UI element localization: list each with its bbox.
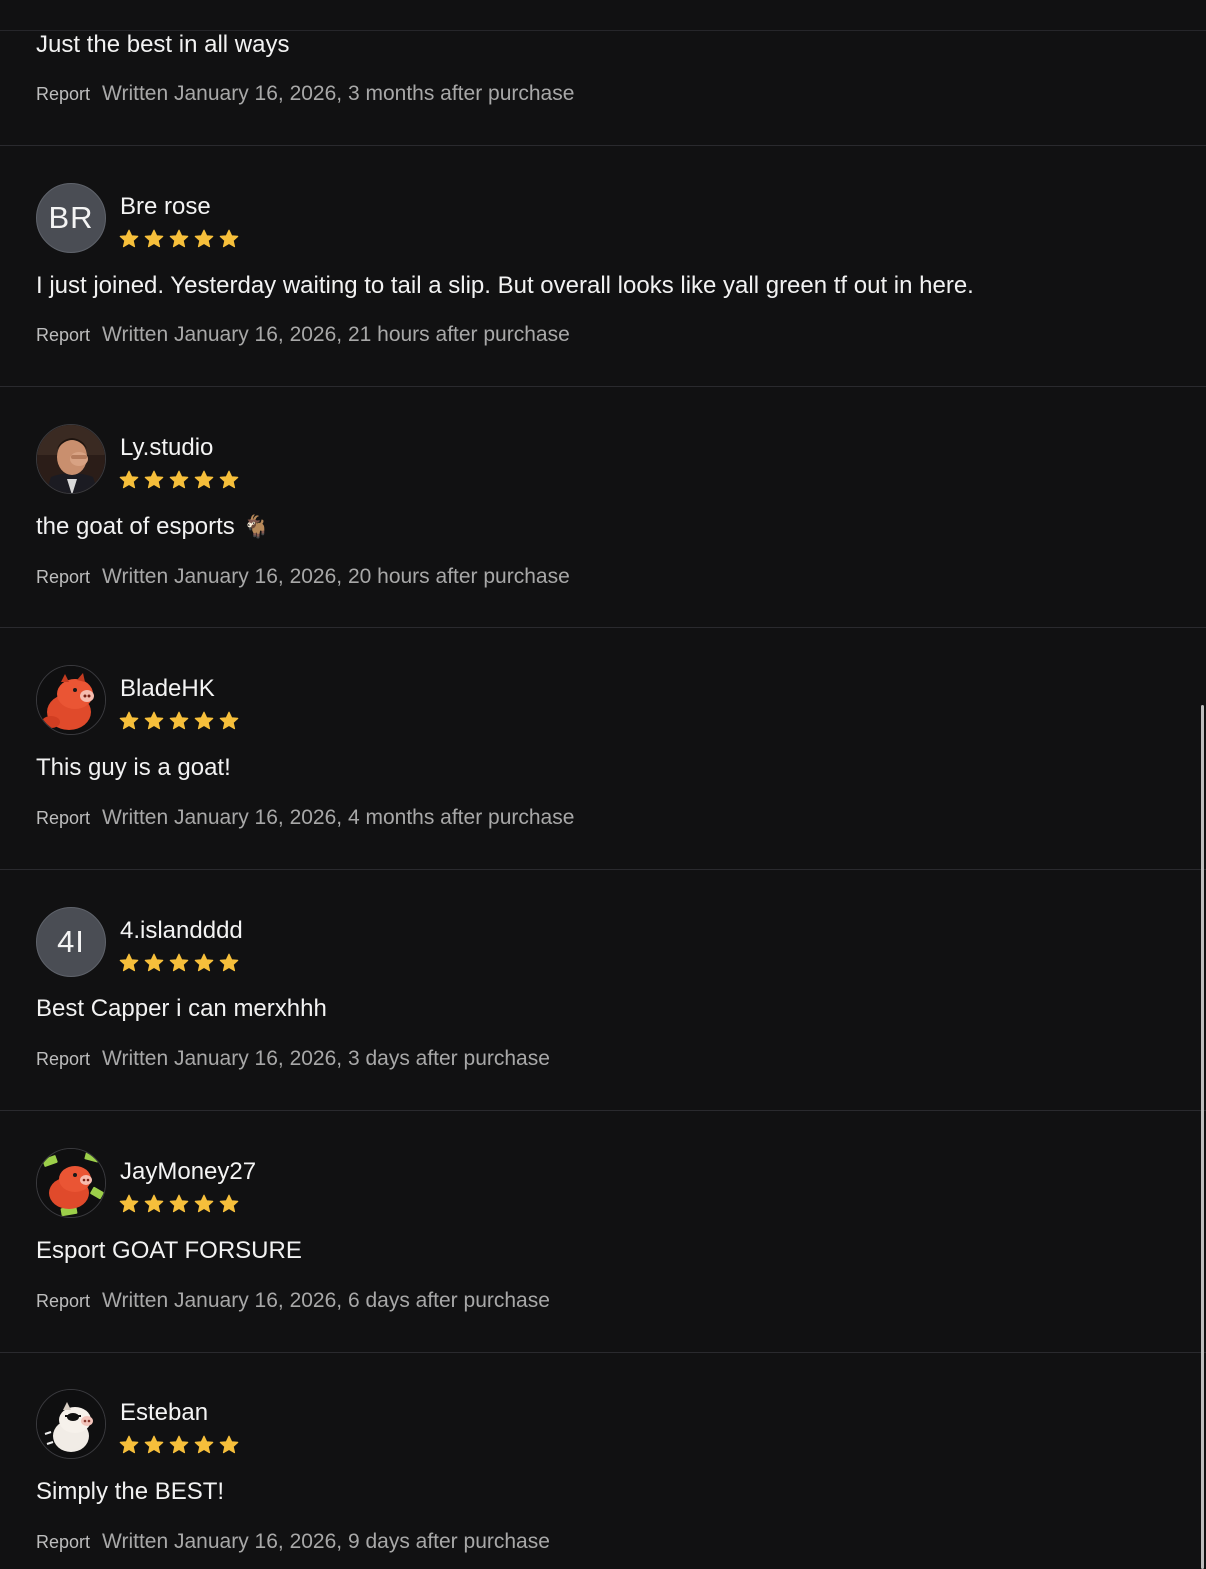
star-icon [119,1435,139,1454]
red-pig-avatar-icon[interactable] [36,665,106,735]
star-icon [219,711,239,730]
review-meta: Report Written January 16, 2026, 3 month… [36,82,574,106]
reviewer-name[interactable]: 4.islandddd [120,917,243,945]
review-meta: Report Written January 16, 2026, 3 days … [36,1047,550,1071]
review-body: Best Capper i can merxhhh [36,995,327,1022]
report-link[interactable]: Report [36,808,90,829]
review-body: I just joined. Yesterday waiting to tail… [36,272,974,299]
report-link[interactable]: Report [36,84,90,105]
star-icon [219,953,239,972]
reviews-page: Just the best in all ways Report Written… [0,0,1206,1569]
star-icon [194,229,214,248]
reviewer-name[interactable]: Bre rose [120,193,211,221]
written-date: Written January 16, 2026, 3 months after… [102,82,575,105]
review-item: Ly.studio the goat of esports 🐐 Report Wr… [0,387,1206,628]
reviewer-name[interactable]: Ly.studio [120,434,213,462]
star-icon [194,953,214,972]
written-date: Written January 16, 2026, 3 days after p… [102,1047,550,1070]
star-rating [119,711,239,731]
star-rating [119,1435,239,1455]
review-body-text: the goat of esports [36,513,235,540]
star-rating [119,953,239,973]
star-icon [219,1435,239,1454]
star-icon [194,1435,214,1454]
written-date: Written January 16, 2026, 4 months after… [102,806,575,829]
goat-emoji-icon: 🐐 [242,514,271,539]
star-icon [119,1194,139,1213]
report-link[interactable]: Report [36,325,90,346]
avatar[interactable]: BR [36,183,106,253]
report-link[interactable]: Report [36,1532,90,1553]
star-icon [119,711,139,730]
red-pig-money-avatar-icon[interactable] [36,1148,106,1218]
review-item: Just the best in all ways Report Written… [0,0,1206,146]
review-item: Esteban Simply the BEST! Report Written … [0,1353,1206,1569]
review-meta: Report Written January 16, 2026, 20 hour… [36,565,570,589]
star-rating [119,470,239,490]
star-icon [144,1194,164,1213]
written-date: Written January 16, 2026, 20 hours after… [102,565,570,588]
star-icon [194,1194,214,1213]
star-icon [169,953,189,972]
star-icon [194,470,214,489]
white-pig-sunglasses-avatar-icon[interactable] [36,1389,106,1459]
review-item: BR Bre rose I just joined. Yesterday wai… [0,146,1206,387]
star-icon [119,470,139,489]
review-body: the goat of esports 🐐 [36,513,270,541]
review-item: 4I 4.islandddd Best Capper i can merxhhh… [0,870,1206,1111]
person-photo-avatar-icon[interactable] [36,424,106,494]
star-icon [219,229,239,248]
star-icon [194,711,214,730]
review-body: Esport GOAT FORSURE [36,1237,302,1264]
review-body: This guy is a goat! [36,754,231,781]
star-icon [169,1435,189,1454]
written-date: Written January 16, 2026, 6 days after p… [102,1289,550,1312]
star-icon [219,1194,239,1213]
written-date: Written January 16, 2026, 9 days after p… [102,1530,550,1553]
report-link[interactable]: Report [36,1049,90,1070]
reviewer-name[interactable]: Esteban [120,1399,208,1427]
review-item: JayMoney27 Esport GOAT FORSURE Report Wr… [0,1111,1206,1353]
star-icon [169,1194,189,1213]
scrollbar[interactable] [1201,705,1204,1569]
review-meta: Report Written January 16, 2026, 6 days … [36,1289,550,1313]
star-icon [219,470,239,489]
star-icon [144,953,164,972]
review-meta: Report Written January 16, 2026, 9 days … [36,1530,550,1554]
star-icon [144,711,164,730]
star-rating [119,1194,239,1214]
review-body: Just the best in all ways [36,31,290,58]
review-body: Simply the BEST! [36,1478,225,1505]
written-date: Written January 16, 2026, 21 hours after… [102,323,570,346]
reviewer-name[interactable]: JayMoney27 [120,1158,256,1186]
reviewer-name[interactable]: BladeHK [120,675,215,703]
star-rating [119,229,239,249]
star-icon [169,711,189,730]
star-icon [144,229,164,248]
star-icon [144,1435,164,1454]
report-link[interactable]: Report [36,1291,90,1312]
star-icon [119,229,139,248]
report-link[interactable]: Report [36,567,90,588]
review-meta: Report Written January 16, 2026, 21 hour… [36,323,570,347]
avatar[interactable]: 4I [36,907,106,977]
star-icon [144,470,164,489]
star-icon [119,953,139,972]
star-icon [169,229,189,248]
review-meta: Report Written January 16, 2026, 4 month… [36,806,574,830]
star-icon [169,470,189,489]
review-item: BladeHK This guy is a goat! Report Writt… [0,628,1206,870]
